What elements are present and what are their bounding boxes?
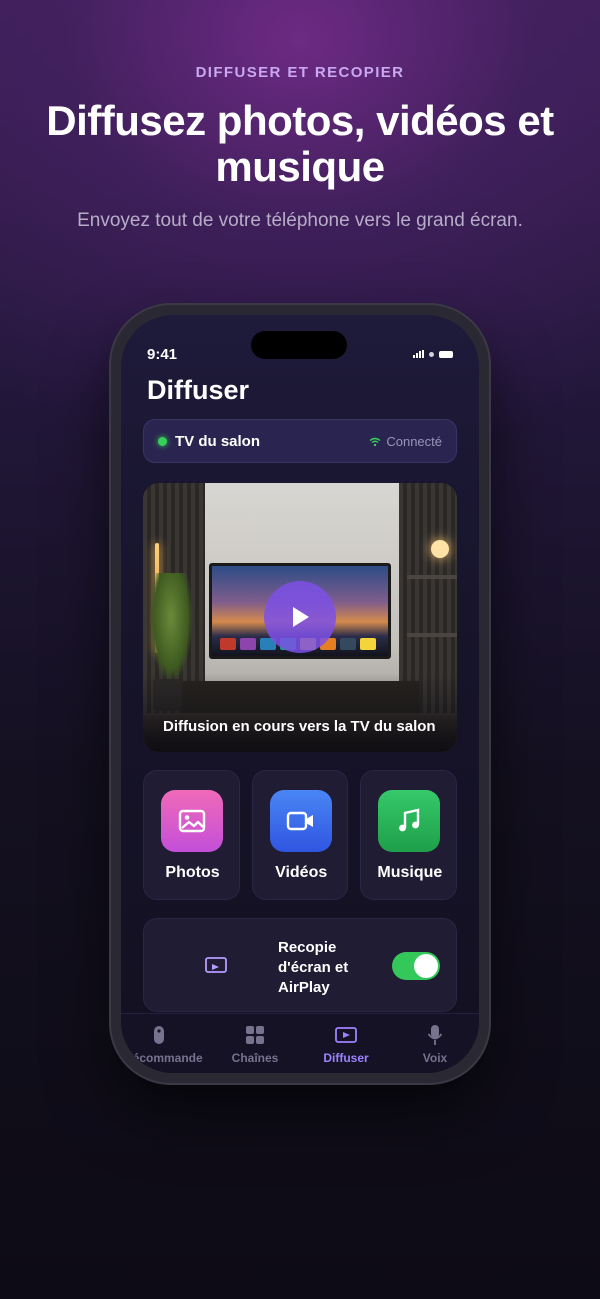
wifi-status-icon — [429, 351, 434, 357]
tab-cast[interactable]: Diffuser — [298, 1024, 394, 1065]
photos-tile-icon — [161, 790, 223, 852]
wall-lamp — [431, 540, 449, 558]
grid-icon — [246, 1026, 264, 1044]
subline: Envoyez tout de votre téléphone vers le … — [77, 210, 523, 231]
connected-dot — [158, 437, 167, 446]
status-icons — [413, 350, 453, 358]
dynamic-island — [251, 331, 347, 359]
screen-title: Diffuser — [147, 375, 250, 405]
tab-channels[interactable]: Chaînes — [207, 1024, 303, 1065]
status-time: 9:41 — [147, 346, 178, 363]
tab-remote[interactable]: Télécommande — [121, 1024, 207, 1065]
media-tile-videos[interactable]: Vidéos — [251, 770, 349, 900]
shelf — [407, 575, 457, 579]
device-name: TV du salon — [175, 433, 261, 450]
media-label-music: Musique — [377, 864, 443, 881]
battery-icon — [439, 350, 453, 358]
media-label-photos: Photos — [165, 864, 220, 881]
tab-voice[interactable]: Voix — [387, 1024, 479, 1065]
phone-screen: 9:41 Diffuser TV du salon Connecté Diffu… — [121, 315, 479, 1073]
video-camera-icon — [286, 811, 313, 831]
cellular-signal-icon — [413, 350, 424, 358]
headline: Diffusez photos, vidéos et musique — [46, 97, 554, 190]
play-button[interactable] — [264, 581, 336, 653]
music-note-icon — [399, 808, 420, 832]
preview-caption: Diffusion en cours vers la TV du salon — [163, 718, 436, 735]
videos-tile-icon — [269, 790, 332, 852]
connection-status-label: Connecté — [386, 434, 442, 449]
toggle-knob — [414, 954, 438, 978]
media-tile-music[interactable]: Musique — [360, 770, 458, 900]
connection-status: Connecté — [369, 434, 442, 449]
screen-mirror-icon — [205, 957, 227, 973]
eyebrow: DIFFUSER ET RECOPIER — [195, 64, 405, 81]
play-icon — [293, 607, 309, 627]
cast-icon — [335, 1027, 357, 1043]
shelf — [407, 633, 457, 637]
media-tile-photos[interactable]: Photos — [143, 770, 240, 900]
tab-label-remote: Télécommande — [121, 1051, 203, 1065]
casting-preview[interactable]: Diffusion en cours vers la TV du salon — [143, 483, 457, 752]
device-selector[interactable]: TV du salon Connecté — [143, 419, 457, 463]
media-label-videos: Vidéos — [275, 864, 328, 881]
tab-bar: Télécommande Chaînes Diffuser Voix — [121, 1013, 479, 1073]
remote-icon — [154, 1026, 164, 1044]
microphone-icon — [427, 1025, 443, 1045]
screen-mirroring-toggle[interactable] — [392, 952, 440, 980]
music-tile-icon — [378, 790, 441, 852]
wifi-icon — [369, 437, 381, 446]
media-grid: Photos Vidéos Musique — [143, 770, 458, 900]
tab-label-voice: Voix — [422, 1051, 448, 1065]
image-icon — [178, 809, 206, 833]
phone-frame: 9:41 Diffuser TV du salon Connecté Diffu… — [109, 303, 491, 1085]
tab-label-channels: Chaînes — [231, 1051, 279, 1065]
screen-mirroring-card[interactable]: Recopie d'écran et AirPlay — [143, 918, 457, 1012]
screen-mirroring-label: Recopie d'écran et AirPlay — [278, 939, 349, 996]
plant — [149, 573, 193, 683]
tab-label-cast: Diffuser — [323, 1051, 369, 1065]
